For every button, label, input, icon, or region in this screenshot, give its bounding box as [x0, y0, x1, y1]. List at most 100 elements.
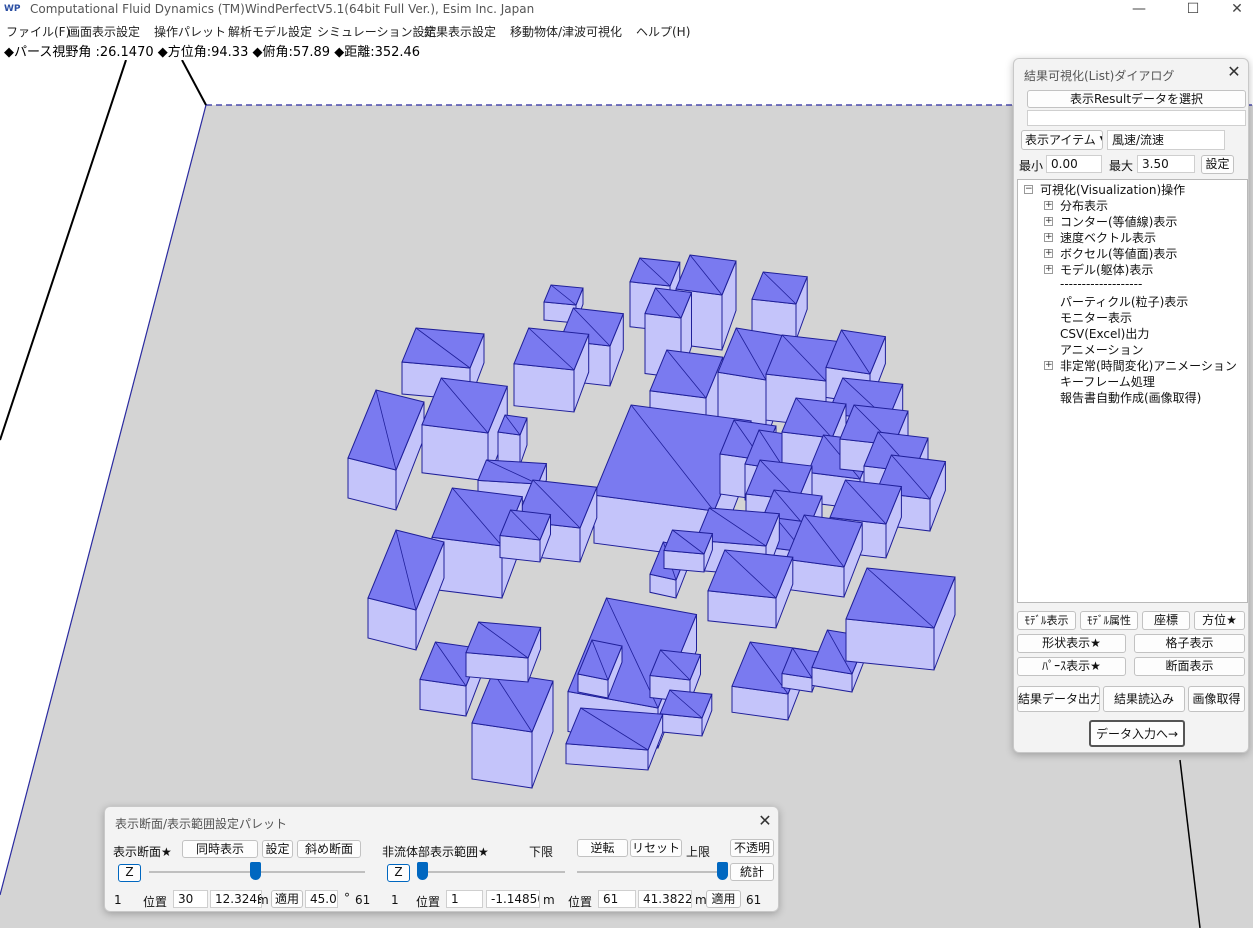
domain-frame-line	[0, 60, 127, 441]
tree-item[interactable]: モニター表示	[1060, 309, 1132, 326]
building-block	[845, 567, 956, 671]
menu-file[interactable]: ファイル(F)	[6, 23, 70, 40]
opaque-button[interactable]: 不透明	[730, 839, 774, 857]
section-max-value: 61	[355, 893, 371, 907]
palette-close-icon[interactable]: ✕	[756, 812, 774, 830]
menu-analysis-model[interactable]: 解析モデル設定	[228, 23, 312, 40]
building-block	[663, 529, 714, 573]
upper-limit-label: 上限	[686, 845, 711, 859]
lower-coordinate-field[interactable]: -1.14850	[486, 890, 540, 908]
model-display-button[interactable]: ﾓﾃﾞﾙ表示	[1017, 611, 1076, 630]
tree-expand-icon[interactable]: +	[1044, 249, 1053, 258]
building-block	[465, 621, 542, 683]
tree-expand-icon[interactable]: +	[1044, 265, 1053, 274]
section-display-button[interactable]: 断面表示	[1134, 657, 1245, 676]
close-window-button[interactable]: ✕	[1214, 0, 1253, 20]
lower-position-field[interactable]: 1	[446, 890, 483, 908]
dialog-close-icon[interactable]: ✕	[1225, 63, 1243, 81]
tree-item[interactable]: アニメーション	[1060, 341, 1144, 358]
nonfluid-range-label: 非流体部表示範囲★	[382, 845, 489, 859]
result-data-output-button[interactable]: 結果データ出力	[1017, 686, 1100, 712]
lower-range-slider-track[interactable]	[419, 871, 565, 873]
tree-item[interactable]: キーフレーム処理	[1060, 373, 1155, 390]
tree-item[interactable]: パーティクル(粒子)表示	[1060, 293, 1188, 310]
reset-button[interactable]: リセット	[630, 839, 682, 857]
upper-position-field[interactable]: 61	[598, 890, 636, 908]
building-block	[513, 327, 590, 413]
maximize-button[interactable]: ☐	[1170, 0, 1216, 20]
model-attribute-button[interactable]: ﾓﾃﾞﾙ属性	[1080, 611, 1138, 630]
min-value-field[interactable]: 0.00	[1046, 155, 1102, 173]
section-slider-thumb[interactable]	[249, 862, 261, 880]
upper-apply-button[interactable]: 適用	[706, 890, 741, 908]
range-set-button[interactable]: 設定	[1201, 155, 1234, 174]
result-visualization-dialog: 結果可視化(List)ダイアログ ✕ 表示Resultデータを選択 表示アイテム…	[1013, 58, 1249, 753]
building-block	[565, 707, 664, 771]
tree-root[interactable]: 可視化(Visualization)操作	[1040, 181, 1185, 198]
section-unit-label: m	[257, 893, 269, 907]
upper-range-slider-thumb[interactable]	[717, 862, 729, 880]
visualization-tree[interactable]: − 可視化(Visualization)操作 + 分布表示 + コンター(等値線)表示…	[1017, 179, 1248, 603]
image-capture-button[interactable]: 画像取得	[1188, 686, 1245, 712]
data-input-button[interactable]: データ入力へ→	[1089, 720, 1185, 747]
building-block	[659, 689, 713, 737]
menu-operation-palette[interactable]: 操作パレット	[154, 23, 226, 40]
result-path-field[interactable]	[1027, 110, 1246, 126]
tree-item[interactable]: -------------------	[1060, 277, 1142, 291]
title-bar: WP Computational Fluid Dynamics (TM)Wind…	[0, 0, 1253, 20]
tree-expand-icon[interactable]: +	[1044, 361, 1053, 370]
display-section-label: 表示断面★	[113, 845, 172, 859]
result-load-button[interactable]: 結果読込み	[1103, 686, 1185, 712]
simultaneous-display-button[interactable]: 同時表示	[182, 840, 258, 858]
tree-item[interactable]: 報告書自動作成(画像取得)	[1060, 389, 1201, 406]
upper-coordinate-field[interactable]: 41.38222	[638, 890, 692, 908]
statistics-button[interactable]: 統計	[730, 863, 774, 881]
tree-item[interactable]: ボクセル(等値面)表示	[1060, 245, 1177, 262]
shape-display-button[interactable]: 形状表示★	[1017, 634, 1126, 653]
select-result-data-button[interactable]: 表示Resultデータを選択	[1027, 90, 1246, 108]
tree-expand-icon[interactable]: +	[1044, 217, 1053, 226]
tree-item[interactable]: 分布表示	[1060, 197, 1108, 214]
tree-item[interactable]: 非定常(時間変化)アニメーション	[1060, 357, 1237, 374]
lower-unit-label: m	[543, 893, 555, 907]
view-parameters: ◆パース視野角 :26.1470 ◆方位角:94.33 ◆俯角:57.89 ◆距…	[4, 45, 421, 60]
tree-item[interactable]: モデル(躯体)表示	[1060, 261, 1153, 278]
lower-range-slider-thumb[interactable]	[416, 862, 428, 880]
building-block	[707, 549, 794, 629]
direction-button[interactable]: 方位★	[1194, 611, 1245, 630]
perspective-display-button[interactable]: ﾊﾟｰｽ表示★	[1017, 657, 1126, 676]
menu-help[interactable]: ヘルプ(H)	[636, 23, 690, 40]
tree-item[interactable]: CSV(Excel)出力	[1060, 325, 1149, 342]
app-icon: WP	[4, 4, 21, 14]
tree-expand-icon[interactable]: +	[1044, 233, 1053, 242]
building-wall	[421, 424, 489, 482]
building-wall	[497, 431, 521, 466]
oblique-section-button[interactable]: 斜め断面	[297, 840, 361, 858]
max-value-field[interactable]: 3.50	[1137, 155, 1195, 173]
section-coordinate-field[interactable]: 12.3249	[210, 890, 262, 908]
tree-item[interactable]: コンター(等値線)表示	[1060, 213, 1177, 230]
section-apply-button[interactable]: 適用	[271, 890, 303, 908]
menu-result-display[interactable]: 結果表示設定	[424, 23, 496, 40]
axis-z-button-left[interactable]: Z	[118, 864, 141, 882]
axis-z-button-mid[interactable]: Z	[387, 864, 410, 882]
menu-moving-object[interactable]: 移動物体/津波可視化	[510, 23, 622, 40]
upper-range-slider-track[interactable]	[577, 871, 725, 873]
oblique-angle-field[interactable]: 45.0	[305, 890, 338, 908]
reverse-button[interactable]: 逆転	[577, 839, 628, 857]
minimize-button[interactable]: —	[1116, 0, 1162, 20]
tree-collapse-icon[interactable]: −	[1024, 185, 1033, 194]
coordinates-button[interactable]: 座標	[1142, 611, 1190, 630]
tree-item[interactable]: 速度ベクトル表示	[1060, 229, 1156, 246]
display-item-dropdown[interactable]: 表示アイテム ▼	[1021, 130, 1103, 150]
section-position-field[interactable]: 30	[173, 890, 208, 908]
dialog-title: 結果可視化(List)ダイアログ	[1024, 69, 1175, 83]
menu-simulation[interactable]: シミュレーション設定	[317, 23, 437, 40]
section-set-button[interactable]: 設定	[262, 840, 293, 858]
building-block	[497, 414, 528, 466]
lower-min-value: 1	[391, 893, 399, 907]
tree-expand-icon[interactable]: +	[1044, 201, 1053, 210]
menu-screen-display[interactable]: 画面表示設定	[68, 23, 140, 40]
section-range-palette: 表示断面/表示範囲設定パレット ✕ 表示断面★ 同時表示 設定 斜め断面 非流体…	[104, 806, 779, 912]
grid-display-button[interactable]: 格子表示	[1134, 634, 1245, 653]
